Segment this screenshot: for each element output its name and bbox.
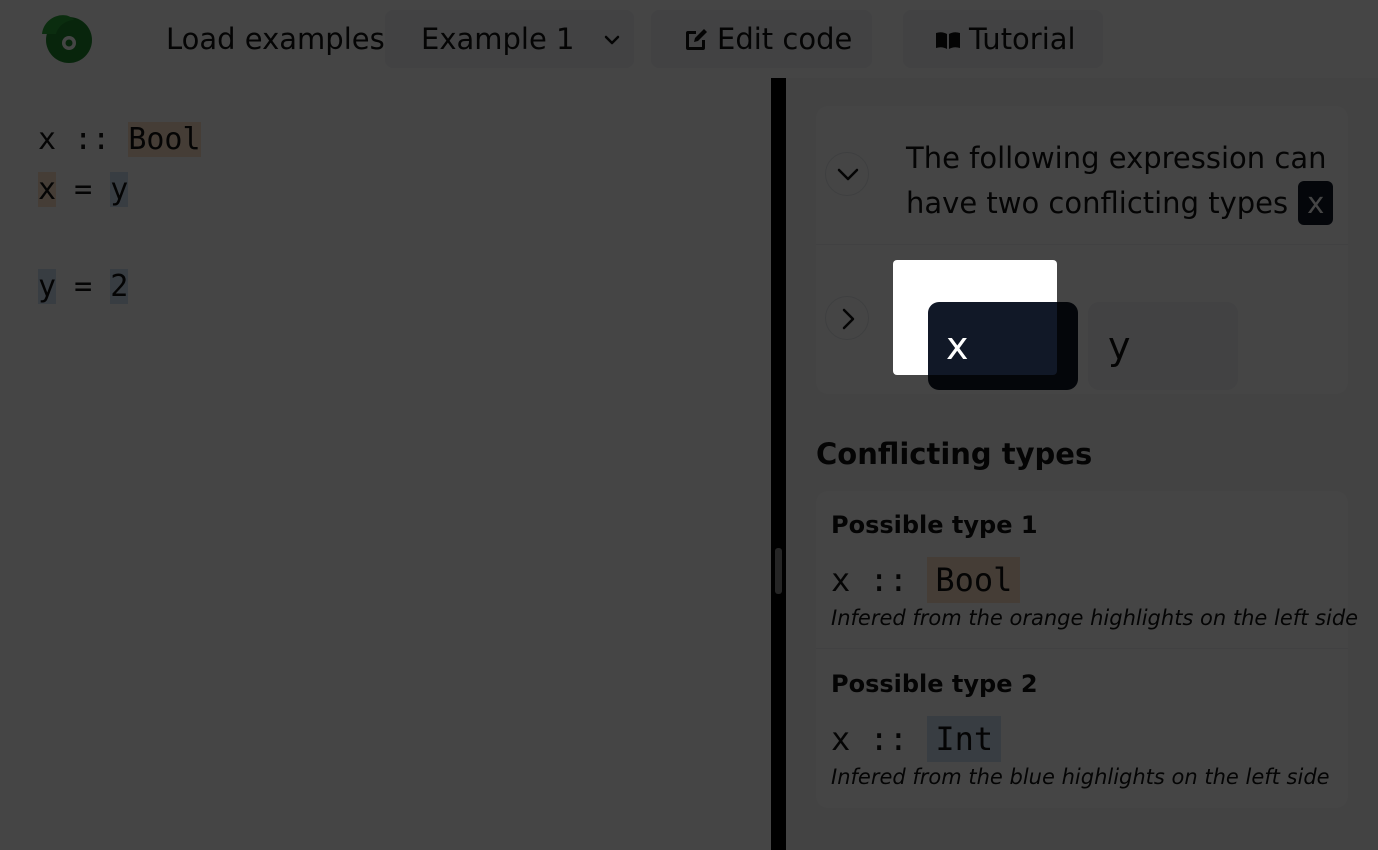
type-note: Infered from the blue highlights on the …	[831, 765, 1330, 789]
type-chip-orange: Bool	[927, 557, 1021, 603]
edit-code-label: Edit code	[717, 22, 853, 56]
code-token-orange-highlight[interactable]: Bool	[128, 122, 201, 157]
tutorial-label: Tutorial	[969, 22, 1076, 56]
expression-chip-x[interactable]: x	[928, 302, 1078, 390]
type-heading: Possible type 2	[831, 670, 1038, 698]
example-select[interactable]: Example 1	[385, 10, 634, 68]
code-token-blue-highlight[interactable]: y	[110, 172, 129, 207]
expression-card: The following expression can have two co…	[816, 106, 1348, 394]
code-token-orange-highlight[interactable]: x	[38, 172, 57, 207]
code-line: y = 2	[38, 264, 129, 310]
code-line: x :: Bool	[38, 117, 201, 163]
expression-chip-y[interactable]: y	[1088, 302, 1238, 390]
code-token-blue-highlight[interactable]: 2	[110, 269, 129, 304]
expand-button[interactable]	[825, 296, 869, 340]
type-sep: ::	[850, 561, 928, 599]
expression-token-badge: x	[1298, 181, 1334, 225]
code-token-blue-highlight[interactable]: y	[38, 269, 57, 304]
type-heading: Possible type 1	[831, 511, 1038, 539]
book-icon	[936, 32, 960, 49]
expression-message: The following expression can have two co…	[906, 136, 1336, 226]
code-token: ::	[56, 122, 129, 157]
type-signature: x :: Bool	[831, 557, 1021, 603]
example-select-value: Example 1	[421, 22, 575, 56]
code-token: =	[56, 269, 111, 304]
conflicting-types-title: Conflicting types	[816, 437, 1093, 471]
type-chip-blue: Int	[927, 716, 1002, 762]
type-signature: x :: Int	[831, 716, 1002, 762]
type-note: Infered from the orange highlights on th…	[831, 606, 1359, 630]
top-bar: Load examples: Example 1 Edit code Tutor…	[0, 0, 1378, 78]
expression-message-text: The following expression can have two co…	[906, 141, 1327, 220]
resize-handle[interactable]	[775, 548, 782, 594]
card-divider	[816, 244, 1348, 245]
type-sep: ::	[850, 720, 928, 758]
edit-code-button[interactable]: Edit code	[651, 10, 872, 68]
collapse-button[interactable]	[825, 152, 869, 196]
chevron-right-icon	[842, 308, 855, 330]
type-var: x	[831, 561, 851, 599]
edit-icon	[686, 29, 707, 50]
tutorial-button[interactable]: Tutorial	[903, 10, 1103, 68]
code-token: =	[56, 172, 111, 207]
type-var: x	[831, 720, 851, 758]
code-line: x = y	[38, 167, 129, 213]
chevron-down-icon	[604, 35, 620, 45]
chevron-down-icon	[837, 168, 859, 181]
type-divider	[816, 648, 1348, 649]
load-examples-label: Load examples:	[166, 22, 395, 56]
conflicting-types-card: Possible type 1 x :: Bool Infered from t…	[816, 491, 1358, 808]
code-editor[interactable]: x :: Bool x = y y = 2	[0, 78, 771, 850]
panel-divider[interactable]	[771, 78, 786, 850]
chameleon-logo-icon	[42, 15, 92, 63]
code-token: x	[38, 122, 57, 157]
analysis-panel: The following expression can have two co…	[786, 78, 1378, 850]
